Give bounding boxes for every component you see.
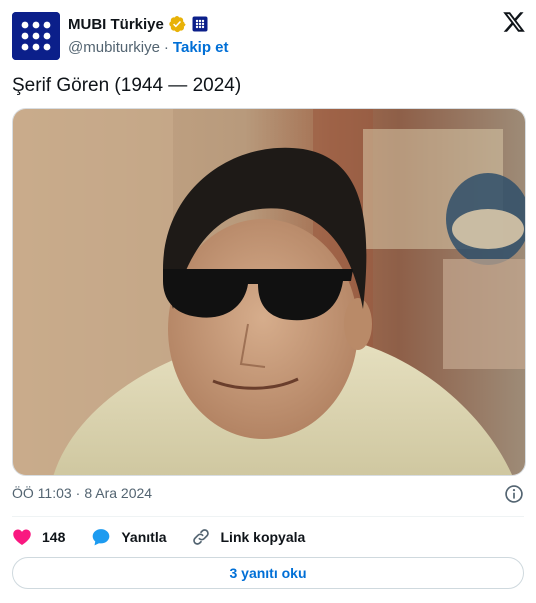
copy-link-button[interactable]: Link kopyala: [191, 527, 306, 547]
tweet-time: ÖÖ 11:03: [12, 485, 72, 501]
info-icon[interactable]: [504, 484, 524, 504]
tweet-date: 8 Ara 2024: [84, 485, 153, 501]
copy-link-label: Link kopyala: [220, 529, 306, 545]
reply-button[interactable]: Yanıtla: [91, 527, 167, 547]
separator-dot: ·: [75, 485, 81, 501]
like-button[interactable]: 148: [12, 527, 65, 547]
separator-dot: ·: [163, 38, 169, 56]
heart-icon: [13, 529, 31, 545]
tweet-timestamp[interactable]: ÖÖ 11:03 · 8 Ara 2024: [12, 485, 152, 501]
read-replies-button[interactable]: 3 yanıtı oku: [12, 557, 524, 589]
author-handle-row: @mubiturkiye · Takip et: [68, 37, 229, 57]
verified-badge-icon: [169, 15, 186, 33]
x-logo-icon[interactable]: [502, 10, 526, 34]
reply-bubble-icon: [93, 529, 110, 546]
tweet-embed-card: MUBI Türkiye @mubiturkiye · Takip et Şer…: [0, 0, 536, 603]
like-count: 148: [42, 529, 66, 545]
tweet-actions: 148 Yanıtla Link kopyala: [12, 526, 329, 548]
reply-label: Yanıtla: [121, 529, 167, 545]
author-avatar[interactable]: [12, 12, 60, 60]
follow-button[interactable]: Takip et: [173, 39, 229, 56]
author-display-name[interactable]: MUBI Türkiye: [68, 16, 164, 33]
link-icon: [192, 529, 209, 545]
tweet-photo[interactable]: [12, 108, 526, 476]
tweet-text: Şerif Gören (1944 — 2024): [12, 75, 242, 96]
divider: [12, 516, 524, 517]
portrait-photo-image: [13, 109, 525, 475]
author-handle[interactable]: @mubiturkiye: [68, 39, 160, 56]
author-name-row: MUBI Türkiye: [68, 14, 208, 34]
mubi-dots-logo-icon: [12, 12, 60, 60]
affiliate-badge-icon: [192, 16, 208, 32]
